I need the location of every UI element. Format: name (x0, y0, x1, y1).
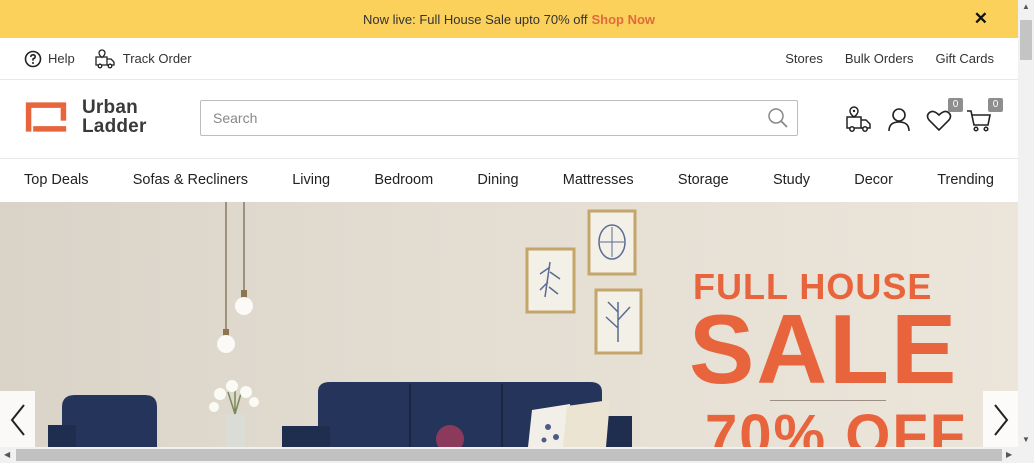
nav-mattresses[interactable]: Mattresses (563, 172, 634, 188)
carousel-next-button[interactable] (983, 391, 1018, 447)
logo-line-urban: Urban (82, 97, 138, 118)
chevron-left-icon (10, 404, 25, 436)
bulk-orders-link[interactable]: Bulk Orders (845, 51, 914, 66)
sale-heading-line2: SALE (689, 294, 959, 404)
help-label: Help (48, 51, 75, 66)
track-order-link[interactable]: Track Order (95, 48, 192, 69)
logo-text: Urban Ladder (82, 98, 147, 136)
shop-now-link[interactable]: Shop Now (591, 12, 655, 27)
urban-ladder-logo[interactable]: Urban Ladder (24, 98, 147, 136)
nav-trending[interactable]: Trending (937, 172, 994, 188)
chevron-right-icon (993, 404, 1008, 436)
nav-top-deals[interactable]: Top Deals (24, 172, 88, 188)
sale-heading-line3: 70% OFF (705, 403, 968, 447)
horizontal-scroll-thumb[interactable] (16, 449, 1002, 461)
logo-line-ladder: Ladder (82, 116, 147, 137)
help-icon (24, 50, 42, 67)
nav-bedroom[interactable]: Bedroom (374, 172, 433, 188)
track-order-label: Track Order (122, 51, 192, 66)
sale-divider (770, 400, 886, 401)
category-nav: Top Deals Sofas & Recliners Living Bedro… (0, 159, 1018, 201)
help-link[interactable]: Help (24, 50, 75, 68)
logo-mark-icon (25, 102, 67, 132)
truck-location-icon (95, 48, 115, 68)
hero-banner[interactable]: FULL HOUSE SALE 70% OFF (0, 202, 1018, 447)
track-delivery-icon[interactable] (845, 106, 873, 134)
nav-decor[interactable]: Decor (854, 172, 893, 188)
carousel-prev-button[interactable] (0, 391, 35, 447)
wishlist-icon[interactable]: 0 (925, 98, 963, 134)
nav-living[interactable]: Living (292, 172, 330, 188)
cart-icon[interactable]: 0 (965, 98, 1003, 134)
scroll-right-arrow-icon[interactable]: ▶ (1006, 450, 1012, 459)
scroll-left-arrow-icon[interactable]: ◀ (4, 450, 10, 459)
utility-bar: Help Track Order Stores Bulk Orders Gift… (0, 38, 1018, 80)
scroll-down-arrow-icon[interactable]: ▼ (1022, 435, 1030, 444)
search-bar (200, 100, 798, 136)
vertical-scroll-thumb[interactable] (1020, 20, 1032, 60)
scroll-up-arrow-icon[interactable]: ▲ (1022, 2, 1030, 11)
main-header: Urban Ladder Search 0 0 (0, 80, 1018, 159)
close-icon[interactable]: ✕ (974, 9, 988, 29)
promo-bar: Now live: Full House Sale upto 70% off S… (0, 0, 1018, 38)
vertical-scrollbar[interactable] (1018, 0, 1034, 447)
promo-text: Now live: Full House Sale upto 70% off (362, 11, 588, 27)
account-icon[interactable] (885, 106, 913, 134)
search-icon[interactable] (763, 103, 793, 133)
nav-study[interactable]: Study (773, 172, 810, 188)
cart-count-badge: 0 (988, 98, 1003, 112)
search-input[interactable] (211, 102, 763, 134)
gift-cards-link[interactable]: Gift Cards (935, 51, 994, 66)
nav-storage[interactable]: Storage (678, 172, 729, 188)
nav-dining[interactable]: Dining (477, 172, 518, 188)
nav-sofas-recliners[interactable]: Sofas & Recliners (133, 172, 248, 188)
stores-link[interactable]: Stores (785, 51, 823, 66)
wishlist-count-badge: 0 (948, 98, 963, 112)
